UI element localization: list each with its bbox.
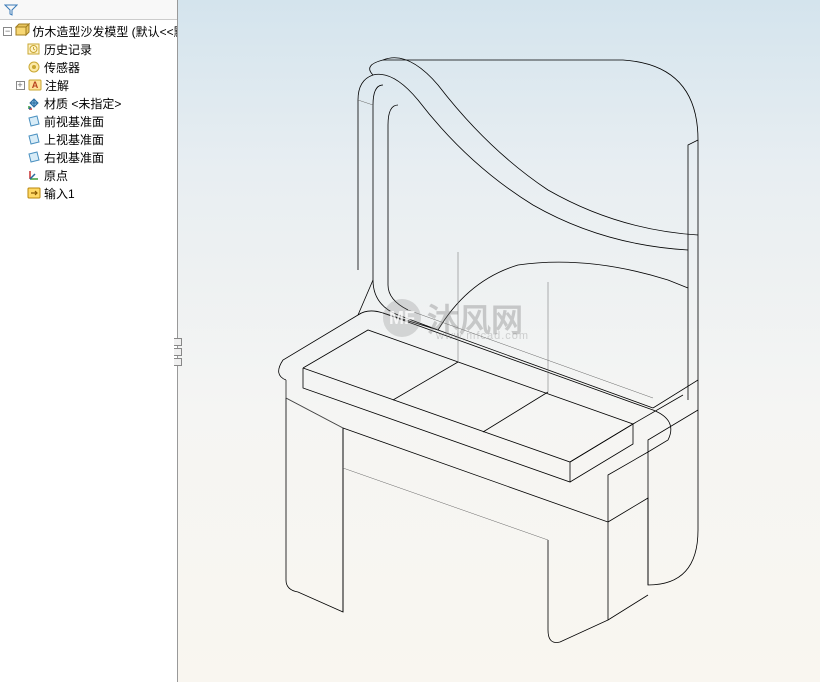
- tree-root-item[interactable]: − 仿木造型沙发模型 (默认<<默: [0, 22, 177, 40]
- splitter-notch: [174, 348, 182, 356]
- tree-root-label: 仿木造型沙发模型 (默认<<默: [32, 23, 177, 40]
- tree-item-import1[interactable]: 输入1: [0, 184, 177, 202]
- plane-icon: [26, 149, 42, 165]
- tree-item-label: 前视基准面: [44, 113, 104, 130]
- tree-item-material[interactable]: 材质 <未指定>: [0, 94, 177, 112]
- tree-item-label: 传感器: [44, 59, 80, 76]
- filter-icon: [4, 3, 18, 17]
- tree-filter-bar[interactable]: [0, 0, 177, 20]
- import-icon: [26, 185, 42, 201]
- watermark-url: www.mfcad.com: [436, 330, 529, 342]
- plane-icon: [26, 131, 42, 147]
- tree-item-sensors[interactable]: 传感器: [0, 58, 177, 76]
- tree-item-label: 右视基准面: [44, 149, 104, 166]
- plane-icon: [26, 113, 42, 129]
- graphics-viewport[interactable]: MF 沐风网 www.mfcad.com: [178, 0, 820, 682]
- tree-item-label: 历史记录: [44, 41, 92, 58]
- material-icon: [26, 95, 42, 111]
- part-icon: [14, 23, 30, 39]
- expander-icon[interactable]: −: [2, 25, 13, 37]
- tree-item-label: 材质 <未指定>: [44, 95, 121, 112]
- tree-item-top-plane[interactable]: 上视基准面: [0, 130, 177, 148]
- tree-item-annotations[interactable]: + A 注解: [0, 76, 177, 94]
- tree-item-label: 输入1: [44, 185, 75, 202]
- sensor-icon: [26, 59, 42, 75]
- tree-item-front-plane[interactable]: 前视基准面: [0, 112, 177, 130]
- tree-item-right-plane[interactable]: 右视基准面: [0, 148, 177, 166]
- tree-item-label: 注解: [45, 77, 69, 94]
- history-icon: [26, 41, 42, 57]
- feature-tree-panel: − 仿木造型沙发模型 (默认<<默 历史记录: [0, 0, 178, 682]
- tree-item-history[interactable]: 历史记录: [0, 40, 177, 58]
- origin-icon: [26, 167, 42, 183]
- feature-tree: − 仿木造型沙发模型 (默认<<默 历史记录: [0, 20, 177, 204]
- panel-splitter-handle[interactable]: [174, 338, 182, 366]
- tree-item-label: 上视基准面: [44, 131, 104, 148]
- splitter-notch: [174, 338, 182, 346]
- svg-text:A: A: [32, 80, 39, 90]
- expander-icon[interactable]: +: [14, 79, 26, 91]
- annotation-icon: A: [27, 77, 43, 93]
- splitter-notch: [174, 358, 182, 366]
- watermark-logo-icon: MF: [383, 299, 421, 337]
- tree-item-origin[interactable]: 原点: [0, 166, 177, 184]
- tree-item-label: 原点: [44, 167, 68, 184]
